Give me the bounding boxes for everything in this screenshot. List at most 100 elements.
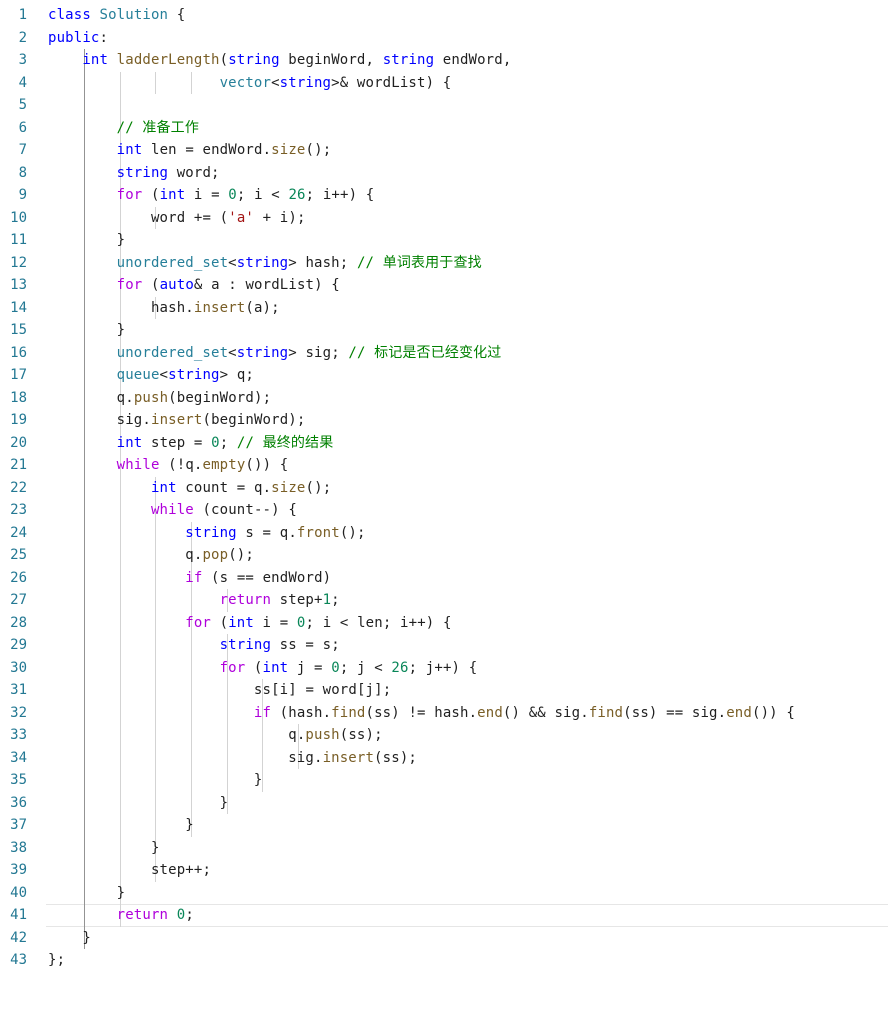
code-line[interactable]: 20 int step = 0; // 最终的结果 [0,431,888,454]
code-text: } [150,839,160,856]
line-number: 10 [10,209,27,226]
code-text: return 0; [116,907,194,923]
line-number: 34 [10,749,27,766]
code-line[interactable]: 4 vector<string>& wordList) { [0,71,888,94]
code-text: for (auto& a : wordList) { [116,277,340,293]
code-line[interactable]: 23 while (count--) { [0,499,888,522]
code-line[interactable]: 27 return step+1; [0,589,888,612]
line-number: 29 [10,637,27,653]
code-text: word += ('a' + i); [150,209,306,226]
line-number: 7 [18,142,27,158]
code-text: int len = endWord.size(); [116,142,332,158]
code-line[interactable]: 17 queue<string> q; [0,364,888,387]
line-number: 42 [10,929,27,946]
line-number: 43 [10,952,27,968]
code-line[interactable]: 19 sig.insert(beginWord); [0,409,888,432]
code-line[interactable]: 40 } [0,881,888,904]
code-line[interactable]: 41 return 0; [0,904,888,927]
code-text: ss[i] = word[j]; [253,682,392,698]
line-number: 21 [10,457,27,473]
code-text: } [219,794,229,811]
line-number: 6 [18,119,27,136]
code-text: for (int j = 0; j < 26; j++) { [219,659,478,676]
code-text: string s = q.front(); [185,524,366,541]
line-number: 27 [10,592,27,608]
code-line[interactable]: 8 string word; [0,161,888,184]
code-text: step++; [150,862,212,878]
line-number: 5 [18,97,27,113]
code-line[interactable]: 33 q.push(ss); [0,724,888,747]
code-line[interactable]: 11 } [0,229,888,252]
code-text: q.pop(); [185,547,254,563]
line-number: 31 [10,682,27,698]
code-text: int count = q.size(); [150,479,332,496]
code-line[interactable]: 36 } [0,791,888,814]
code-line[interactable]: 9 for (int i = 0; i < 26; i++) { [0,184,888,207]
code-line[interactable]: 15 } [0,319,888,342]
indent-guide [262,769,264,792]
code-line[interactable]: 16 unordered_set<string> sig; // 标记是否已经变… [0,341,888,364]
indent-guide [84,94,85,117]
code-line[interactable]: 1 class Solution { [0,4,888,27]
line-number: 37 [10,817,27,833]
code-text: if (hash.find(ss) != hash.end() && sig.f… [253,704,795,721]
code-line[interactable]: 21 while (!q.empty()) { [0,454,888,477]
code-line[interactable]: 14 hash.insert(a); [0,296,888,319]
code-line[interactable]: 12 unordered_set<string> hash; // 单词表用于查… [0,251,888,274]
code-line[interactable]: 42 } [0,926,888,949]
line-number: 16 [10,344,27,361]
code-line[interactable]: 18 q.push(beginWord); [0,386,888,409]
code-line[interactable]: 43}; [0,949,888,972]
line-number: 25 [10,547,27,563]
code-line[interactable]: 31 ss[i] = word[j]; [0,679,888,702]
code-line[interactable]: 32 if (hash.find(ss) != hash.end() && si… [0,701,888,724]
line-number: 38 [10,839,27,856]
code-text: } [82,929,91,946]
code-line[interactable]: 30 for (int j = 0; j < 26; j++) { [0,656,888,679]
code-line[interactable]: 28 for (int i = 0; i < len; i++) { [0,611,888,634]
code-text: int step = 0; // 最终的结果 [116,434,334,451]
line-number: 1 [18,7,27,23]
code-line[interactable]: 22 int count = q.size(); [0,476,888,499]
code-line[interactable]: 26 if (s == endWord) [0,566,888,589]
code-line[interactable]: 7 int len = endWord.size(); [0,139,888,162]
code-text: } [116,232,126,248]
code-text: } [185,817,194,833]
line-number: 41 [10,907,27,923]
code-text: public: [48,29,109,46]
line-number: 28 [10,614,27,631]
line-number: 24 [10,524,27,541]
line-number: 14 [10,299,27,316]
code-line[interactable]: 10 word += ('a' + i); [0,206,888,229]
code-line[interactable]: 5 [0,94,888,117]
code-line[interactable]: 3 int ladderLength(string beginWord, str… [0,49,888,72]
code-text: queue<string> q; [116,367,254,383]
code-line[interactable]: 2 public: [0,27,888,50]
code-line[interactable]: 37 } [0,814,888,837]
line-number: 23 [10,502,27,518]
code-text: class Solution { [48,7,186,23]
code-line[interactable]: 39 step++; [0,859,888,882]
code-text: vector<string>& wordList) { [219,74,452,91]
code-line[interactable]: 6 // 准备工作 [0,116,888,139]
code-line[interactable]: 25 q.pop(); [0,544,888,567]
code-line[interactable]: 35 } [0,769,888,792]
code-text: while (count--) { [150,502,297,518]
line-number: 40 [10,884,27,901]
code-text: while (!q.empty()) { [116,457,289,473]
code-text: if (s == endWord) [185,569,332,586]
line-number: 30 [10,659,27,676]
code-text: } [253,772,263,788]
code-editor[interactable]: 1 class Solution { 2 public: 3 int ladderLen… [0,4,888,972]
code-line[interactable]: 38 } [0,836,888,859]
line-number: 36 [10,794,27,811]
line-number: 26 [10,569,27,586]
code-line[interactable]: 13 for (auto& a : wordList) { [0,274,888,297]
line-number: 8 [18,164,27,181]
code-text: // 准备工作 [116,119,199,136]
code-line[interactable]: 29 string ss = s; [0,634,888,657]
code-line[interactable]: 24 string s = q.front(); [0,521,888,544]
code-line[interactable]: 34 sig.insert(ss); [0,746,888,769]
line-number: 39 [10,862,27,878]
line-number: 4 [18,74,27,91]
